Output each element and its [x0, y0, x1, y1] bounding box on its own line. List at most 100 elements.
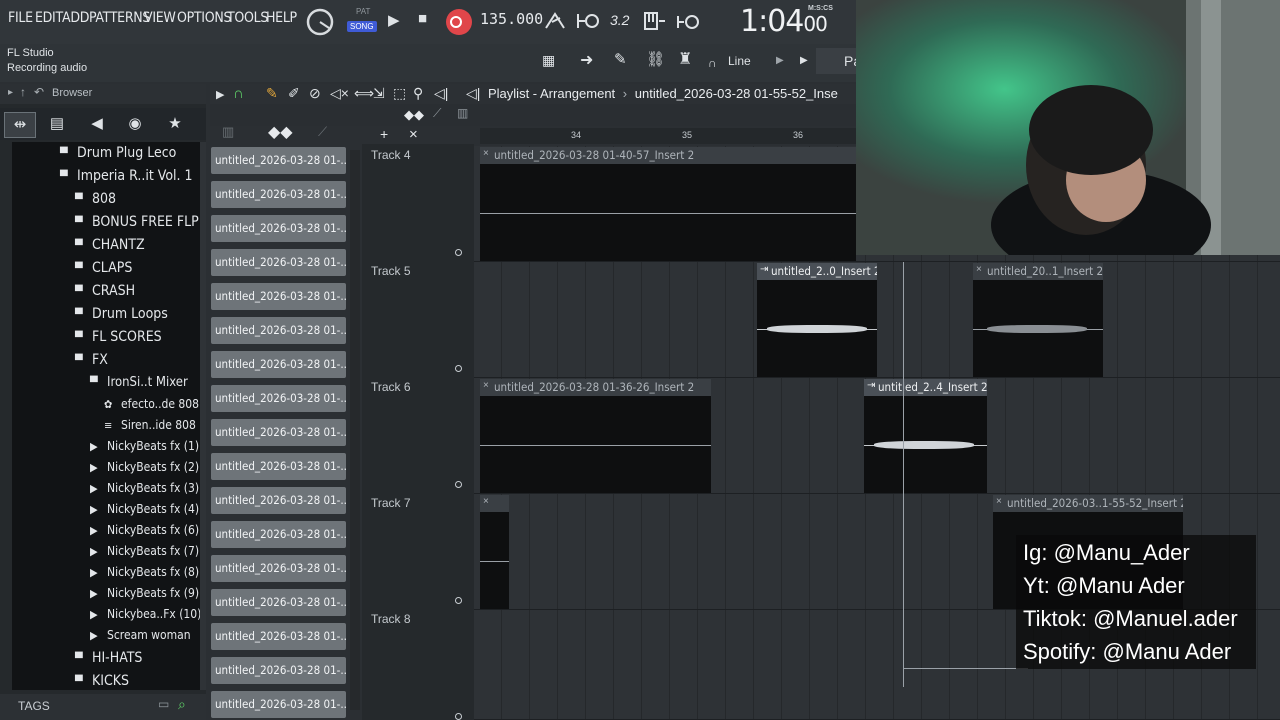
track-name[interactable]: Track 5 — [371, 264, 411, 278]
channel-clip-item[interactable]: untitled_2026-03-28 01-... — [211, 589, 346, 616]
song-mode-label[interactable]: SONG — [347, 21, 377, 32]
channel-clip-item[interactable]: untitled_2026-03-28 01-... — [211, 181, 346, 208]
channel-clip-item[interactable]: untitled_2026-03-28 01-... — [211, 419, 346, 446]
audio-clip[interactable]: × — [480, 495, 509, 609]
add-track-icon[interactable]: + — [380, 126, 388, 142]
channel-clip-item[interactable]: untitled_2026-03-28 01-... — [211, 317, 346, 344]
menu-options[interactable]: OPTIONS — [177, 10, 231, 26]
paint-tool-icon[interactable]: ✐ — [288, 85, 300, 102]
scrub-icon[interactable]: ◁| — [466, 85, 480, 102]
track-name[interactable]: Track 8 — [371, 612, 411, 626]
channel-clip-item[interactable]: untitled_2026-03-28 01-... — [211, 351, 346, 378]
browser-tree-item[interactable]: ▀ CLAPS — [75, 260, 132, 276]
browser-tree-item[interactable]: ▀ CRASH — [75, 283, 135, 299]
clip-menu-icon[interactable]: × — [483, 380, 489, 391]
browser-tree-item[interactable]: ▶ Scream woman — [90, 628, 191, 642]
record-icon[interactable] — [445, 8, 473, 36]
magnet-icon[interactable]: ∩ — [708, 56, 717, 70]
select-tool-icon[interactable]: ⬚ — [393, 85, 406, 102]
browser-tree-item[interactable]: ▀ HI-HATS — [75, 650, 142, 666]
next-pattern-icon[interactable]: ▶ — [800, 55, 808, 66]
slip-tool-icon[interactable]: ⟺ — [354, 85, 374, 102]
channel-clip-item[interactable]: untitled_2026-03-28 01-... — [211, 283, 346, 310]
automation-icon[interactable]: ⟋ — [318, 124, 327, 140]
browser-tree-item[interactable]: ▶ NickyBeats fx (9) — [90, 586, 199, 600]
track-name[interactable]: Track 7 — [371, 496, 411, 510]
link-icon[interactable]: ⛓ — [646, 50, 665, 68]
tempo-display[interactable]: 135.000 — [480, 10, 543, 28]
playlist-magnet-icon[interactable]: ∩ — [233, 85, 244, 102]
playlist-menu-icon[interactable]: ▶ — [216, 88, 224, 101]
browser-tree-item[interactable]: ▀ FX — [75, 352, 108, 368]
track-active-dot[interactable] — [455, 597, 462, 604]
wait-record-icon[interactable] — [576, 10, 600, 32]
menu-tools[interactable]: TOOLS — [227, 10, 268, 26]
channel-clip-item[interactable]: untitled_2026-03-28 01-... — [211, 147, 346, 174]
track-name[interactable]: Track 4 — [371, 148, 411, 162]
menu-patterns[interactable]: PATTERNS — [89, 10, 150, 26]
browser-tree-item[interactable]: ▀ Imperia R..it Vol. 1 — [60, 168, 193, 184]
channel-clip-item[interactable]: untitled_2026-03-28 01-... — [211, 555, 346, 582]
clip-menu-icon[interactable]: × — [976, 264, 982, 275]
playback-tool-icon[interactable]: ◁| — [434, 85, 448, 102]
slice-tool-icon[interactable]: ⇲ — [373, 85, 385, 102]
favorites-tab-icon[interactable]: ★ — [160, 112, 190, 136]
pitch-display[interactable]: 3.2 — [610, 12, 629, 28]
browser-tree-item[interactable]: ▀ CHANTZ — [75, 237, 145, 253]
track-active-dot[interactable] — [455, 365, 462, 372]
channel-clip-item[interactable]: untitled_2026-03-28 01-... — [211, 453, 346, 480]
snap-mode-label[interactable]: Line — [728, 54, 751, 68]
channel-clip-item[interactable]: untitled_2026-03-28 01-... — [211, 487, 346, 514]
clip-menu-icon[interactable]: × — [483, 496, 489, 507]
browser-tree-item[interactable]: ▶ NickyBeats fx (6) — [90, 523, 199, 537]
snap-arrow-icon[interactable]: ▶ — [776, 55, 784, 66]
piano-icon[interactable]: ▥ — [222, 124, 234, 140]
step-edit-icon[interactable] — [643, 10, 667, 32]
browser-tree-item[interactable]: ▶ NickyBeats fx (4) — [90, 502, 199, 516]
clip-type-icon[interactable]: ◆◆ — [404, 107, 424, 123]
browser-up-icon[interactable]: ↑ — [20, 85, 26, 99]
browser-tree-item[interactable]: ▶ NickyBeats fx (7) — [90, 544, 199, 558]
menu-file[interactable]: FILE — [8, 10, 33, 26]
audio-clip[interactable]: untitled_2..0_Insert 2 ⇥ — [757, 263, 877, 377]
online-tab-icon[interactable]: ◉ — [120, 112, 150, 136]
piano-roll-icon[interactable]: ▦ — [542, 52, 555, 69]
audio-clip[interactable]: untitled_2026-03-28 01-40-57_Insert 2 × — [480, 147, 856, 261]
clip-menu-icon[interactable]: × — [483, 148, 489, 159]
curve-icon[interactable]: ⟋ — [433, 106, 441, 121]
search-icon[interactable]: ⌕ — [178, 696, 186, 713]
browser-tree-item[interactable]: ▀ IronSi..t Mixer — [90, 375, 188, 390]
play-icon[interactable]: ▶ — [388, 11, 400, 29]
bell-icon[interactable]: ♜ — [678, 49, 692, 69]
browser-tree-item[interactable]: ▶ NickyBeats fx (3) — [90, 481, 199, 495]
clip-menu-icon[interactable]: ⇥ — [867, 380, 875, 391]
browser-tree-item[interactable]: ▀ 808 — [75, 191, 116, 207]
piano-grid-icon[interactable]: ▥ — [457, 106, 468, 120]
arrow-right-icon[interactable]: ➜ — [580, 50, 593, 70]
all-files-tab-icon[interactable]: ⇹ — [4, 112, 36, 138]
track-lane[interactable] — [474, 262, 1280, 378]
channel-clip-item[interactable]: untitled_2026-03-28 01-... — [211, 623, 346, 650]
track-active-dot[interactable] — [455, 249, 462, 256]
browser-tree-item[interactable]: ▀ BONUS FREE FLP — [75, 214, 199, 230]
zoom-tool-icon[interactable]: ⚲ — [413, 85, 423, 102]
channel-list-scrollbar[interactable] — [350, 150, 360, 710]
browser-tree-item[interactable]: ▶ NickyBeats fx (2) — [90, 460, 199, 474]
channel-clip-item[interactable]: untitled_2026-03-28 01-... — [211, 657, 346, 684]
mute-tool-icon[interactable]: ◁× — [330, 85, 349, 102]
channel-clip-item[interactable]: untitled_2026-03-28 01-... — [211, 385, 346, 412]
stop-icon[interactable]: ■ — [418, 10, 427, 27]
browser-tree-item[interactable]: ▀ Drum Plug Leco — [60, 145, 176, 161]
browser-tree-item[interactable]: ▶ NickyBeats fx (1) — [90, 439, 199, 453]
browser-tree-item[interactable]: ▀ FL SCORES — [75, 329, 162, 345]
menu-edit[interactable]: EDIT — [35, 10, 63, 26]
browser-tree-item[interactable]: ▶ NickyBeats fx (8) — [90, 565, 199, 579]
folder-icon[interactable]: ▭ — [158, 697, 169, 711]
menu-help[interactable]: HELP — [266, 10, 297, 26]
delete-tool-icon[interactable]: ⊘ — [309, 85, 321, 102]
clip-menu-icon[interactable]: ⇥ — [760, 264, 768, 275]
channel-clip-item[interactable]: untitled_2026-03-28 01-... — [211, 691, 346, 718]
plugins-tab-icon[interactable]: ◀ — [82, 112, 112, 136]
channel-clip-item[interactable]: untitled_2026-03-28 01-... — [211, 521, 346, 548]
track-active-dot[interactable] — [455, 713, 462, 720]
